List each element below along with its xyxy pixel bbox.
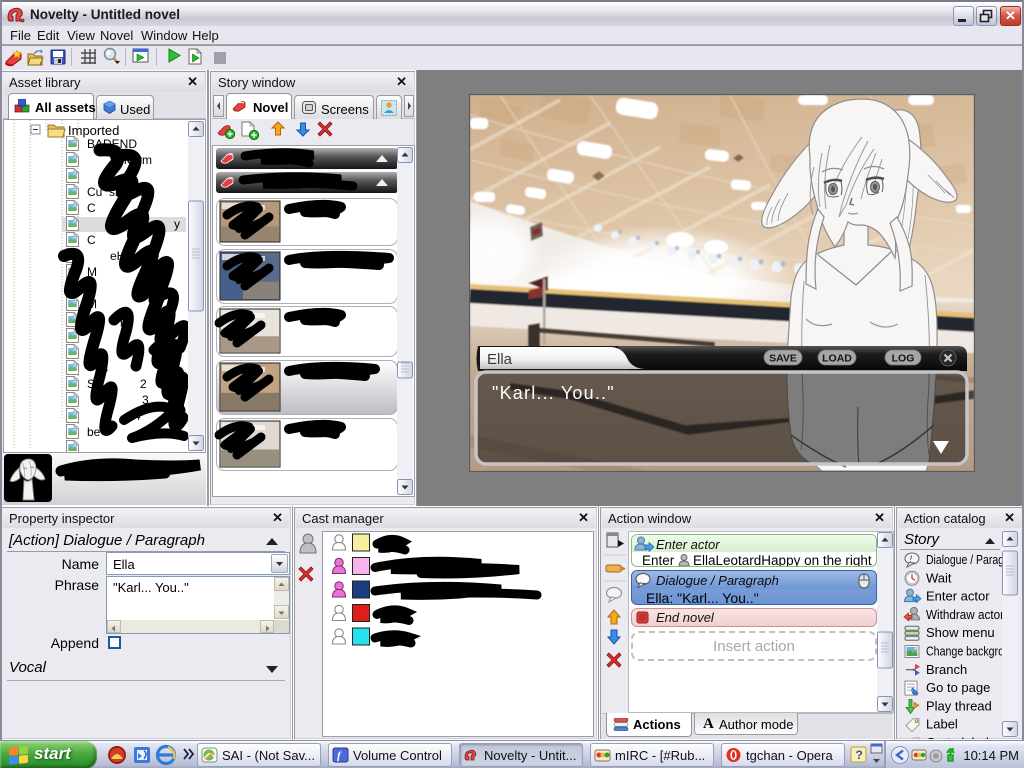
svg-text:Play thread: Play thread xyxy=(926,698,992,713)
svg-text:SAVE: SAVE xyxy=(769,353,797,365)
svg-text:LOG: LOG xyxy=(892,353,915,365)
svg-text:Label: Label xyxy=(926,717,958,732)
svg-text:Enter actor: Enter actor xyxy=(926,589,990,604)
svg-text:Show menu: Show menu xyxy=(926,625,995,640)
svg-text:Go to page: Go to page xyxy=(926,680,990,695)
svg-text:?: ? xyxy=(856,748,863,762)
svg-text:Branch: Branch xyxy=(926,662,967,677)
svg-text:y: y xyxy=(174,217,180,231)
svg-text:Go to label: Go to label xyxy=(926,735,989,739)
svg-text:Withdraw actor: Withdraw actor xyxy=(926,607,1002,622)
svg-text:be: be xyxy=(87,425,101,439)
svg-text:Dialogue / Parag: Dialogue / Parag xyxy=(926,552,1002,567)
svg-text:LOAD: LOAD xyxy=(822,353,852,365)
svg-text:C: C xyxy=(87,233,96,247)
svg-text:C: C xyxy=(87,201,96,215)
svg-text:Change backgro: Change backgro xyxy=(926,644,1002,659)
svg-text:Wait: Wait xyxy=(926,570,952,585)
svg-text:"Karl... You..": "Karl... You.." xyxy=(492,383,615,403)
svg-text:2: 2 xyxy=(140,377,147,391)
svg-text:Imported: Imported xyxy=(68,123,119,138)
svg-text:Ella: Ella xyxy=(487,351,513,368)
